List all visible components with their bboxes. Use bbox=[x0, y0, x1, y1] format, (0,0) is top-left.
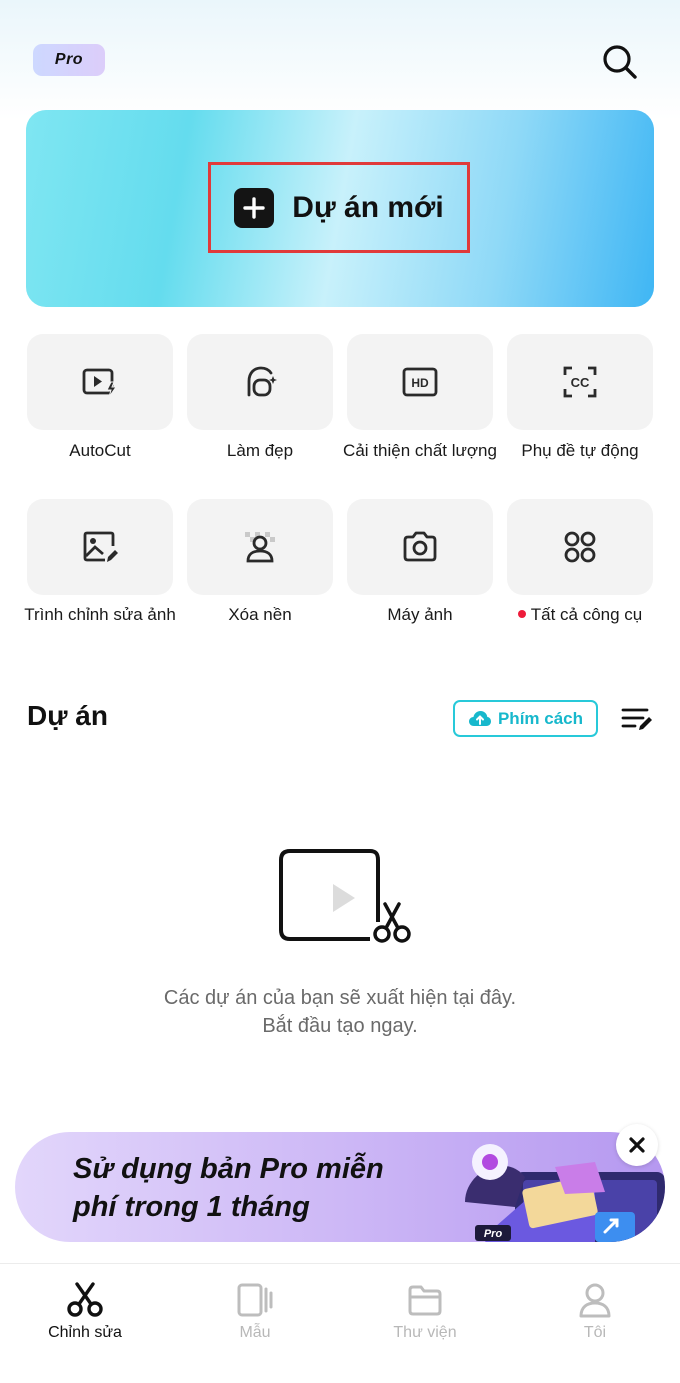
empty-line-2: Bắt đầu tạo ngay. bbox=[262, 1015, 418, 1037]
face-retouch-icon bbox=[247, 366, 277, 397]
photo-edit-icon bbox=[83, 531, 118, 562]
plus-icon bbox=[234, 187, 275, 228]
pro-promo-banner[interactable]: Sử dụng bản Pro miễn phí trong 1 tháng P… bbox=[15, 1132, 665, 1242]
all-tools-icon bbox=[564, 531, 596, 563]
bottom-tab-bar: Chỉnh sửa Mẫu Thư viện Tôi bbox=[0, 1263, 680, 1383]
tool-beauty[interactable] bbox=[187, 334, 333, 430]
empty-projects-icon bbox=[278, 848, 414, 948]
remove-background-icon bbox=[245, 532, 275, 563]
tab-label: Tôi bbox=[583, 1324, 607, 1341]
new-project-label: Dự án mới bbox=[292, 190, 444, 224]
new-project-button[interactable]: Dự án mới bbox=[208, 162, 470, 253]
svg-text:CC: CC bbox=[571, 375, 590, 390]
empty-projects-text: Các dự án của bạn sẽ xuất hiện tại đây. … bbox=[90, 984, 590, 1040]
promo-line-1: Sử dụng bản Pro miễn bbox=[73, 1153, 384, 1185]
tool-label: Xóa nền bbox=[228, 605, 292, 624]
camera-icon bbox=[403, 531, 437, 562]
profile-icon bbox=[579, 1283, 611, 1318]
search-button[interactable] bbox=[600, 42, 640, 82]
tool-enhance[interactable]: HD bbox=[347, 334, 493, 430]
tool-photo-editor[interactable] bbox=[27, 499, 173, 595]
tool-label: Phụ đề tự động bbox=[521, 441, 639, 460]
autocut-icon bbox=[82, 368, 117, 398]
svg-text:HD: HD bbox=[411, 376, 429, 390]
tool-all-tools[interactable] bbox=[507, 499, 653, 595]
tab-library[interactable]: Thư viện bbox=[360, 1282, 490, 1342]
shortcut-button[interactable]: Phím cách bbox=[453, 700, 598, 737]
promo-art-badge: Pro bbox=[484, 1228, 503, 1240]
projects-title: Dự án bbox=[27, 700, 108, 731]
tab-label: Mẫu bbox=[239, 1324, 271, 1341]
list-edit-icon bbox=[621, 708, 652, 730]
promo-text: Sử dụng bản Pro miễn phí trong 1 tháng bbox=[73, 1150, 433, 1226]
tool-label: Làm đẹp bbox=[226, 441, 294, 460]
cloud-icon bbox=[468, 710, 491, 726]
tool-label: Máy ảnh bbox=[387, 605, 453, 624]
notification-dot bbox=[517, 610, 526, 618]
tool-remove-background[interactable] bbox=[187, 499, 333, 595]
tab-edit[interactable]: Chỉnh sửa bbox=[20, 1282, 150, 1342]
close-icon bbox=[629, 1137, 645, 1153]
tool-label: AutoCut bbox=[69, 441, 131, 460]
close-promo-button[interactable] bbox=[616, 1124, 658, 1166]
scissors-icon bbox=[67, 1282, 103, 1317]
folder-icon bbox=[408, 1285, 442, 1316]
pro-badge[interactable]: Pro bbox=[33, 44, 105, 76]
tool-captions[interactable]: CC bbox=[507, 334, 653, 430]
template-icon bbox=[237, 1283, 273, 1317]
tool-label: Cải thiện chất lượng bbox=[343, 441, 497, 460]
tool-label: Tất cả công cụ bbox=[530, 605, 643, 624]
tool-camera[interactable] bbox=[347, 499, 493, 595]
hd-icon: HD bbox=[402, 367, 438, 397]
tool-autocut[interactable] bbox=[27, 334, 173, 430]
promo-line-2: phí trong 1 tháng bbox=[73, 1191, 310, 1223]
tab-label: Chỉnh sửa bbox=[48, 1324, 122, 1341]
empty-line-1: Các dự án của bạn sẽ xuất hiện tại đây. bbox=[163, 987, 517, 1009]
manage-projects-button[interactable] bbox=[620, 704, 654, 734]
tool-label: Trình chỉnh sửa ảnh bbox=[24, 605, 176, 624]
caption-icon: CC bbox=[563, 366, 597, 398]
tab-profile[interactable]: Tôi bbox=[530, 1282, 660, 1342]
tool-label-all-tools: Tất cả công cụ bbox=[500, 604, 660, 626]
tab-label: Thư viện bbox=[393, 1324, 457, 1341]
tab-templates[interactable]: Mẫu bbox=[190, 1282, 320, 1342]
shortcut-label: Phím cách bbox=[497, 708, 584, 728]
search-icon bbox=[603, 45, 637, 79]
